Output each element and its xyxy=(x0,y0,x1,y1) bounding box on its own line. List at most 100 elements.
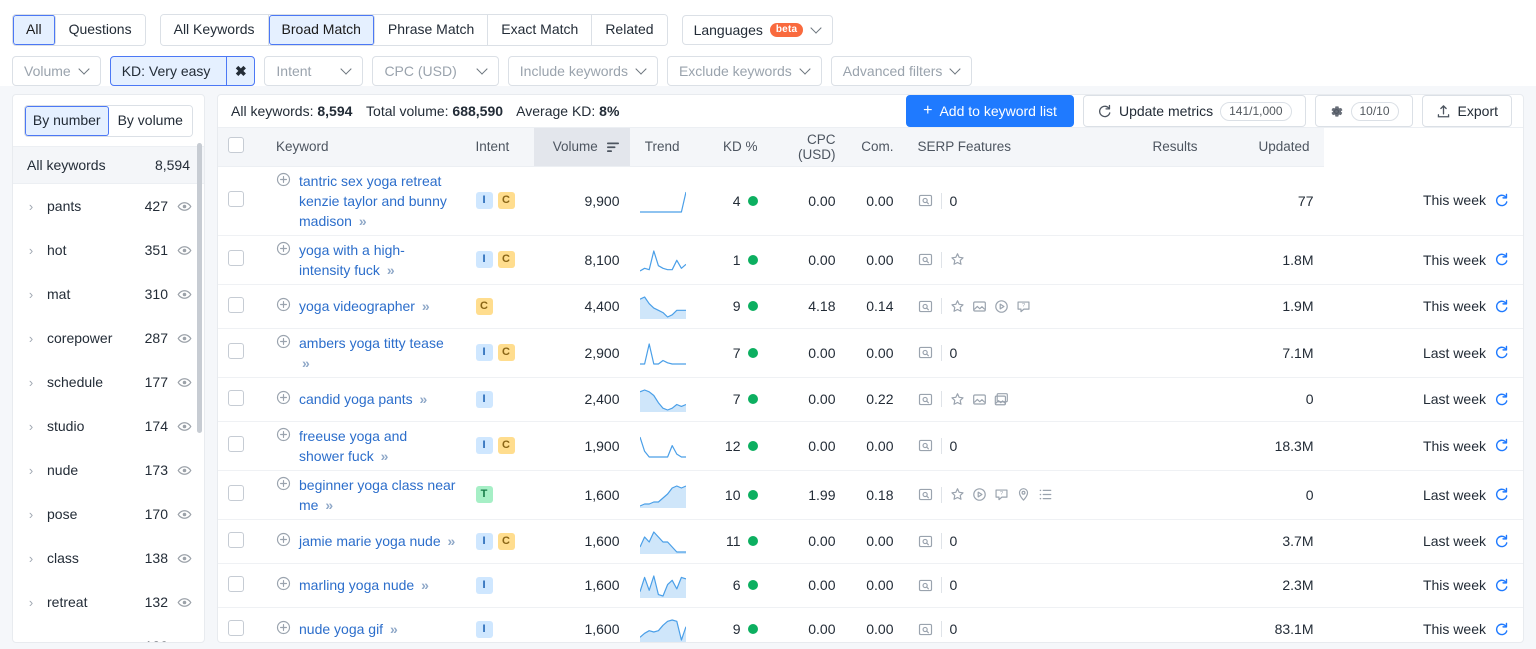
cpc-filter[interactable]: CPC (USD) xyxy=(372,56,499,86)
reviews-star-icon[interactable] xyxy=(950,299,965,314)
keyword-expand-icon[interactable]: » xyxy=(384,262,395,278)
row-checkbox[interactable] xyxy=(228,485,244,501)
serp-preview-icon[interactable] xyxy=(918,622,933,637)
row-checkbox[interactable] xyxy=(228,296,244,313)
eye-icon[interactable] xyxy=(177,287,192,302)
intent-badge-C[interactable]: C xyxy=(497,532,515,550)
sidebar-item-studio[interactable]: › studio 174 xyxy=(13,404,204,448)
filter-tab-exact-match[interactable]: Exact Match xyxy=(488,15,593,45)
reviews-star-icon[interactable] xyxy=(950,252,965,267)
intent-badge-I[interactable]: I xyxy=(475,576,493,594)
serp-preview-icon[interactable] xyxy=(918,299,933,314)
row-checkbox[interactable] xyxy=(228,436,244,452)
keyword-expand-icon[interactable]: » xyxy=(387,621,398,637)
chevron-right-icon[interactable]: › xyxy=(23,375,39,390)
column-header-results[interactable]: Results xyxy=(1103,128,1208,167)
sidebar-item-retreat[interactable]: › retreat 132 xyxy=(13,580,204,624)
add-keyword-icon[interactable] xyxy=(276,427,291,442)
chevron-right-icon[interactable]: › xyxy=(23,287,39,302)
column-header-intent[interactable]: Intent xyxy=(465,128,534,167)
refresh-row-icon[interactable] xyxy=(1494,392,1509,407)
keyword-expand-icon[interactable]: » xyxy=(418,577,429,593)
serp-preview-icon[interactable] xyxy=(918,534,933,549)
intent-badge-C[interactable]: C xyxy=(497,437,515,454)
kd-filter[interactable]: KD: Very easy ✖ xyxy=(109,56,256,86)
eye-icon[interactable] xyxy=(177,639,192,643)
eye-icon[interactable] xyxy=(177,199,192,214)
filter-tab-phrase-match[interactable]: Phrase Match xyxy=(374,15,489,45)
column-header-trend[interactable]: Trend xyxy=(629,128,690,167)
column-header-updated[interactable]: Updated xyxy=(1207,128,1324,167)
intent-badge-T[interactable]: T xyxy=(475,486,493,503)
eye-icon[interactable] xyxy=(177,419,192,434)
column-header-volume[interactable]: Volume xyxy=(533,128,630,167)
intent-badge-I[interactable]: I xyxy=(475,437,493,454)
intent-badge-I[interactable]: I xyxy=(475,620,493,638)
keyword-link[interactable]: beginner yoga class near me » xyxy=(299,475,456,515)
image-icon[interactable] xyxy=(972,392,987,407)
intent-badge-I[interactable]: I xyxy=(475,390,493,408)
row-checkbox[interactable] xyxy=(228,575,244,592)
keyword-link[interactable]: tantric sex yoga retreat kenzie taylor a… xyxy=(299,171,456,231)
intent-badge-I[interactable]: I xyxy=(475,344,493,361)
sidebar-toggle-by-number[interactable]: By number xyxy=(25,106,109,136)
sidebar-item-all-keywords[interactable]: All keywords 8,594 xyxy=(13,146,204,184)
keyword-link[interactable]: candid yoga pants » xyxy=(299,389,427,409)
eye-icon[interactable] xyxy=(177,243,192,258)
image-pack-icon[interactable] xyxy=(994,392,1009,407)
table-row[interactable]: ambers yoga titty tease » I C 2,900 7 0.00 0.0… xyxy=(218,328,1523,378)
add-keyword-icon[interactable] xyxy=(276,334,291,349)
include-keywords-filter[interactable]: Include keywords xyxy=(507,56,658,86)
intent-badge-C[interactable]: C xyxy=(497,251,515,268)
column-header-kd[interactable]: KD % xyxy=(689,128,768,167)
exclude-keywords-filter[interactable]: Exclude keywords xyxy=(666,56,822,86)
column-settings-button[interactable]: 10/10 xyxy=(1314,95,1413,127)
keyword-expand-icon[interactable]: » xyxy=(419,298,430,314)
keyword-expand-icon[interactable]: » xyxy=(378,448,389,464)
volume-filter[interactable]: Volume xyxy=(12,56,101,86)
video-icon[interactable] xyxy=(994,299,1009,314)
chevron-right-icon[interactable]: › xyxy=(23,595,39,610)
table-row[interactable]: tantric sex yoga retreat kenzie taylor a… xyxy=(218,166,1523,236)
keyword-link[interactable]: ambers yoga titty tease » xyxy=(299,333,456,373)
sidebar-item-mat[interactable]: › mat 310 xyxy=(13,272,204,316)
table-row[interactable]: yoga videographer » C 4,400 9 4.18 0.14? 1.9M T… xyxy=(218,284,1523,329)
add-keyword-icon[interactable] xyxy=(276,390,291,405)
chevron-right-icon[interactable]: › xyxy=(23,551,39,566)
keyword-expand-icon[interactable]: » xyxy=(445,533,456,549)
chevron-right-icon[interactable]: › xyxy=(23,331,39,346)
eye-icon[interactable] xyxy=(177,463,192,478)
table-row[interactable]: candid yoga pants » I 2,400 7 0.00 0.22 0 Last … xyxy=(218,377,1523,422)
sidebar-scrollbar[interactable] xyxy=(197,143,202,433)
refresh-row-icon[interactable] xyxy=(1494,438,1509,453)
serp-preview-icon[interactable] xyxy=(918,252,933,267)
refresh-row-icon[interactable] xyxy=(1494,578,1509,593)
add-keyword-icon[interactable] xyxy=(276,576,291,591)
chevron-right-icon[interactable]: › xyxy=(23,463,39,478)
filter-tab-all-keywords[interactable]: All Keywords xyxy=(160,15,269,45)
local-pack-icon[interactable] xyxy=(1016,487,1031,502)
sidebar-item-class[interactable]: › class 138 xyxy=(13,536,204,580)
intent-filter[interactable]: Intent xyxy=(264,56,364,86)
row-checkbox[interactable] xyxy=(228,191,244,207)
intent-badge-I[interactable]: I xyxy=(475,532,493,550)
table-row[interactable]: freeuse yoga and shower fuck » I C 1,900 12 0… xyxy=(218,421,1523,471)
refresh-row-icon[interactable] xyxy=(1494,299,1509,314)
faq-icon[interactable]: ? xyxy=(1016,299,1031,314)
eye-icon[interactable] xyxy=(177,595,192,610)
chevron-right-icon[interactable]: › xyxy=(23,243,39,258)
sidebar-item-pants[interactable]: › pants 427 xyxy=(13,184,204,228)
eye-icon[interactable] xyxy=(177,375,192,390)
keyword-expand-icon[interactable]: » xyxy=(299,355,310,371)
serp-preview-icon[interactable] xyxy=(918,193,933,208)
refresh-row-icon[interactable] xyxy=(1494,487,1509,502)
table-row[interactable]: marling yoga nude » I 1,600 6 0.00 0.00 0 2.3M T… xyxy=(218,563,1523,608)
list-icon[interactable] xyxy=(1038,487,1053,502)
sidebar-item-corepower[interactable]: › corepower 287 xyxy=(13,316,204,360)
filter-tab-all[interactable]: All xyxy=(13,15,56,45)
keyword-link[interactable]: jamie marie yoga nude » xyxy=(299,531,456,551)
reviews-star-icon[interactable] xyxy=(950,392,965,407)
chevron-right-icon[interactable]: › xyxy=(23,199,39,214)
intent-badge-C[interactable]: C xyxy=(497,192,515,209)
column-header-com[interactable]: Com. xyxy=(845,128,904,167)
